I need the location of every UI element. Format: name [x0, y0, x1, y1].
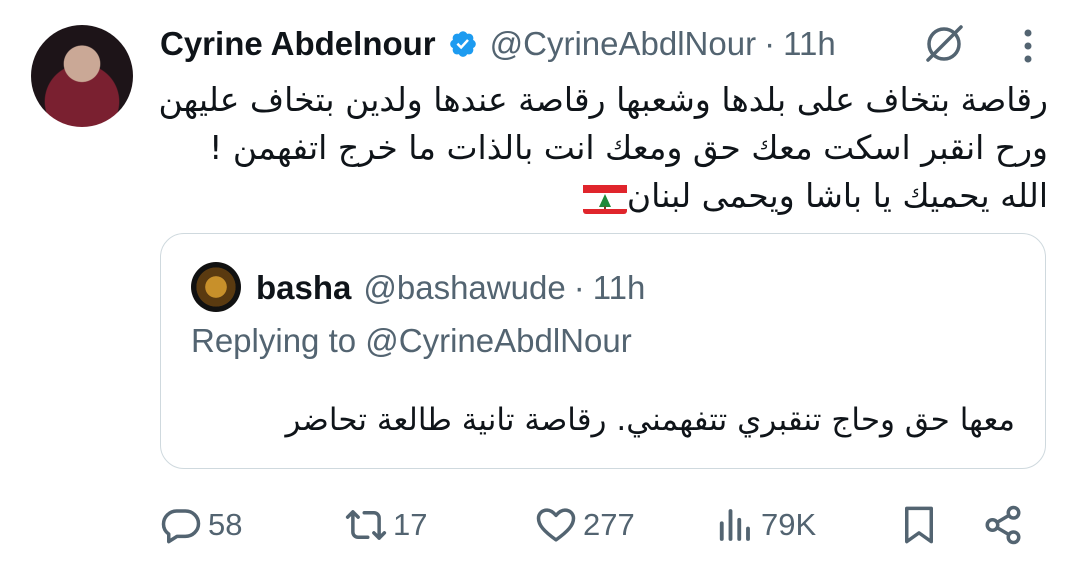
separator-dot: · [573, 269, 585, 306]
lebanon-flag-icon [582, 182, 627, 214]
tweet-header: Cyrine Abdelnour @CyrineAbdlNour · 11h [160, 22, 836, 66]
reply-count: 58 [208, 507, 243, 542]
tweet-line-text: الله يحميك يا باشا ويحمى لبنان [626, 176, 1048, 215]
author-handle[interactable]: @CyrineAbdlNour [490, 25, 756, 63]
quoted-author-name[interactable]: basha [256, 269, 351, 307]
verified-badge-icon [448, 29, 478, 59]
views-button[interactable]: 79K [713, 500, 816, 550]
quoted-tweet[interactable]: basha @bashawude · 11h Replying to @Cyri… [160, 233, 1046, 469]
tweet-text: رقاصة بتخاف على بلدها وشعبها رقاصة عندها… [158, 76, 1048, 220]
quoted-tweet-time[interactable]: 11h [593, 269, 646, 307]
quoted-author-handle[interactable]: @bashawude [363, 269, 565, 307]
reply-button[interactable]: 58 [160, 500, 242, 550]
quoted-tweet-header: basha @bashawude · 11h [256, 266, 645, 310]
replying-to: Replying to @CyrineAbdlNour [191, 322, 632, 359]
like-count: 277 [583, 507, 635, 542]
author-avatar[interactable] [31, 25, 133, 127]
quoted-author-avatar[interactable] [191, 262, 241, 312]
repost-count: 17 [393, 507, 428, 542]
tweet-time[interactable]: 11h [783, 25, 836, 63]
views-count: 79K [761, 507, 817, 542]
action-bar: 58 17 277 79K [160, 500, 1040, 550]
share-button[interactable] [982, 500, 1024, 550]
like-button[interactable]: 277 [535, 500, 635, 550]
tweet-line: الله يحميك يا باشا ويحمى لبنان [168, 172, 1048, 220]
reply-icon [161, 509, 201, 544]
author-name[interactable]: Cyrine Abdelnour [160, 25, 436, 63]
more-options-icon[interactable] [1010, 25, 1046, 67]
heart-icon [536, 508, 576, 542]
bookmark-button[interactable] [898, 500, 940, 550]
views-icon [719, 509, 750, 541]
separator-dot: · [764, 25, 776, 62]
bookmark-icon [905, 506, 933, 544]
repost-button[interactable]: 17 [345, 500, 427, 550]
tweet-line: رقاصة بتخاف على بلدها وشعبها رقاصة عندها… [158, 80, 1048, 119]
repost-icon [345, 510, 387, 540]
grok-icon[interactable] [920, 20, 968, 68]
quoted-tweet-text: معها حق وحاج تنقبري تتفهمني. رقاصة تانية… [285, 402, 1015, 438]
tweet-line: ورح انقبر اسكت معك حق ومعك انت بالذات ما… [209, 128, 1048, 167]
share-icon [985, 505, 1021, 545]
